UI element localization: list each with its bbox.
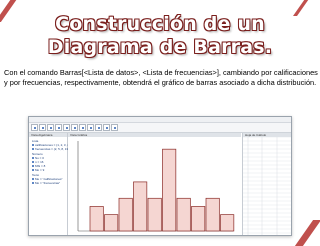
graphics-view[interactable]: Vista Gráfica <box>68 133 241 235</box>
slide-title-line1: Construcción de un <box>55 13 265 35</box>
bar[interactable] <box>118 197 133 232</box>
visibility-dot-icon[interactable] <box>32 144 34 147</box>
bar[interactable] <box>191 206 206 232</box>
visibility-dot-icon[interactable] <box>32 165 34 168</box>
visibility-dot-icon[interactable] <box>32 161 34 164</box>
circle-tool-icon[interactable] <box>71 124 78 131</box>
algebra-item[interactable]: frecuencias = {2, 5, 8, 13, 4 <box>32 147 71 151</box>
algebra-view-header: Vista Algebraica <box>29 133 67 137</box>
bar[interactable] <box>89 206 104 232</box>
visibility-dot-icon[interactable] <box>32 148 34 151</box>
geogebra-screenshot: Vista Algebraica Lista calificaciones = … <box>28 116 292 236</box>
perpendicular-tool-icon[interactable] <box>55 124 62 131</box>
spreadsheet-view: Hoja de Cálculo <box>242 133 292 235</box>
toolbar <box>29 123 291 133</box>
point-tool-icon[interactable] <box>39 124 46 131</box>
reflect-tool-icon[interactable] <box>95 124 102 131</box>
polygon-tool-icon[interactable] <box>63 124 70 131</box>
line-tool-icon[interactable] <box>47 124 54 131</box>
algebra-view: Vista Algebraica Lista calificaciones = … <box>29 133 72 235</box>
move-tool-icon[interactable] <box>31 124 38 131</box>
spreadsheet-grid[interactable] <box>243 137 292 235</box>
visibility-dot-icon[interactable] <box>32 169 34 172</box>
slider-tool-icon[interactable] <box>103 124 110 131</box>
bar[interactable] <box>162 148 177 232</box>
bar[interactable] <box>133 181 148 232</box>
angle-tool-icon[interactable] <box>87 124 94 131</box>
slide-title-line2: Diagrama de Barras. <box>47 36 273 58</box>
visibility-dot-icon[interactable] <box>32 182 34 185</box>
visibility-dot-icon[interactable] <box>32 178 34 181</box>
bar-chart[interactable] <box>68 133 241 235</box>
bar[interactable] <box>176 197 191 232</box>
bar[interactable] <box>205 197 220 232</box>
decorative-slash-bottom-right <box>294 220 320 246</box>
algebra-item[interactable]: Mo = 9 <box>32 168 44 172</box>
visibility-dot-icon[interactable] <box>32 157 34 160</box>
bar[interactable] <box>220 214 235 232</box>
algebra-item[interactable]: Mo = "frecuencias" <box>32 181 60 185</box>
slide-description: Con el comando Barras[<Lista de datos>, … <box>4 68 318 88</box>
conic-tool-icon[interactable] <box>79 124 86 131</box>
move-view-tool-icon[interactable] <box>111 124 118 131</box>
bar[interactable] <box>147 197 162 232</box>
bar[interactable] <box>104 214 119 232</box>
